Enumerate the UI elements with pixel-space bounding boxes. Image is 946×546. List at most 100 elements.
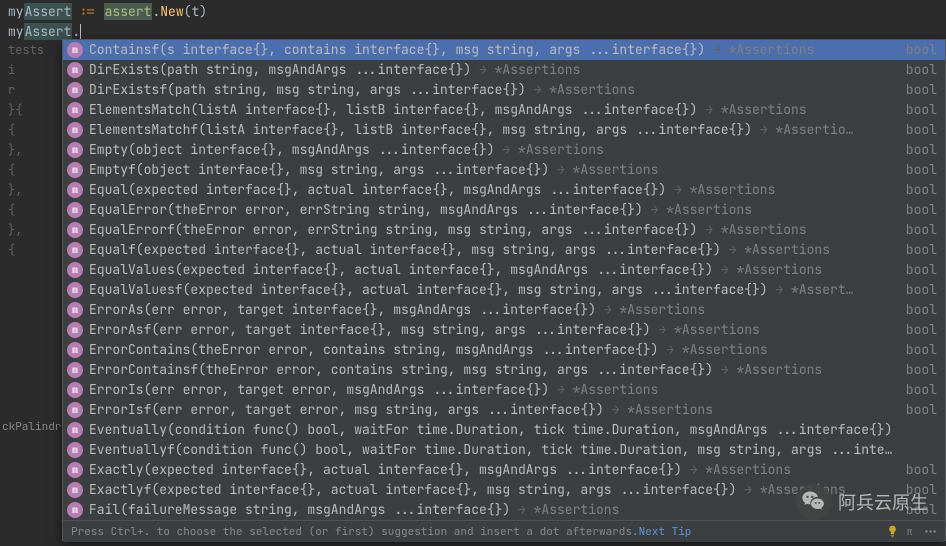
more-icon[interactable] (924, 525, 937, 538)
completion-signature: DirExists(path string, msgAndArgs ...int… (89, 60, 896, 80)
completion-item[interactable]: m Equal(expected interface{}, actual inte… (63, 180, 945, 200)
gutter-line: }, (8, 220, 44, 240)
completion-return-type: bool (906, 180, 937, 200)
code-line-1: myAssert := assert.New(t) (8, 2, 938, 22)
method-icon: m (67, 262, 83, 278)
gutter-line: { (8, 120, 44, 140)
completion-signature: ErrorIsf(err error, target error, msg st… (89, 400, 896, 420)
completion-signature: Fail(failureMessage string, msgAndArgs .… (89, 500, 896, 520)
method-icon: m (67, 142, 83, 158)
method-icon: m (67, 242, 83, 258)
gutter-line: r (8, 80, 44, 100)
gutter-line: { (8, 240, 44, 260)
method-icon: m (67, 82, 83, 98)
completion-item[interactable]: m Equalf(expected interface{}, actual int… (63, 240, 945, 260)
method-icon: m (67, 502, 83, 518)
method-icon: m (67, 282, 83, 298)
completion-signature: Containsf(s interface{}, contains interf… (89, 40, 896, 60)
gutter-line: }, (8, 180, 44, 200)
completion-signature: ErrorContains(theError error, contains s… (89, 340, 896, 360)
completion-return-type: bool (906, 320, 937, 340)
completion-item[interactable]: m EqualValues(expected interface{}, actua… (63, 260, 945, 280)
completion-item[interactable]: m Emptyf(object interface{}, msg string, … (63, 160, 945, 180)
completion-item[interactable]: mEqualError(theError error, errString st… (63, 200, 945, 220)
completion-signature: DirExistsf(path string, msg string, args… (89, 80, 896, 100)
completion-signature: ElementsMatch(listA interface{}, listB i… (89, 100, 896, 120)
method-icon: m (67, 302, 83, 318)
completion-return-type: bool (906, 80, 937, 100)
gutter-line: { (8, 200, 44, 220)
completion-signature: Emptyf(object interface{}, msg string, a… (89, 160, 896, 180)
method-icon: m (67, 182, 83, 198)
method-icon: m (67, 462, 83, 478)
lightbulb-icon[interactable] (886, 525, 899, 538)
completion-item[interactable]: mErrorAsf(err error, target interface{},… (63, 320, 945, 340)
method-icon: m (67, 402, 83, 418)
method-icon: m (67, 202, 83, 218)
gutter-line: { (8, 160, 44, 180)
gutter-line: }, (8, 140, 44, 160)
popup-footer: Press Ctrl+. to choose the selected (or … (63, 520, 945, 542)
completion-signature: EqualValuesf(expected interface{}, actua… (89, 280, 896, 300)
autocomplete-popup[interactable]: m Containsf(s interface{}, contains inter… (62, 39, 946, 541)
completion-item[interactable]: m ErrorIsf(err error, target error, msg s… (63, 400, 945, 420)
completion-item[interactable]: mEqualErrorf(theError error, errString s… (63, 220, 945, 240)
completion-item[interactable]: m Containsf(s interface{}, contains inter… (63, 40, 945, 60)
completion-item[interactable]: m ElementsMatch(listA interface{}, listB … (63, 100, 945, 120)
completion-return-type: bool (906, 160, 937, 180)
completion-signature: Eventually(condition func() bool, waitFo… (89, 420, 937, 440)
completion-return-type: bool (906, 260, 937, 280)
method-icon: m (67, 162, 83, 178)
method-icon: m (67, 422, 83, 438)
method-icon: m (67, 322, 83, 338)
method-icon: m (67, 42, 83, 58)
completion-list[interactable]: m Containsf(s interface{}, contains inter… (63, 40, 945, 520)
code-gutter: tests i r}{ { }, { }, { }, { (0, 40, 44, 260)
completion-item[interactable]: mErrorContainsf(theError error, contains… (63, 360, 945, 380)
completion-signature: ElementsMatchf(listA interface{}, listB … (89, 120, 896, 140)
completion-return-type: bool (906, 280, 937, 300)
completion-return-type: bool (906, 360, 937, 380)
method-icon: m (67, 102, 83, 118)
completion-signature: Equal(expected interface{}, actual inter… (89, 180, 896, 200)
completion-signature: ErrorAs(err error, target interface{}, m… (89, 300, 896, 320)
completion-item[interactable]: m EqualValuesf(expected interface{}, actu… (63, 280, 945, 300)
method-icon: m (67, 482, 83, 498)
method-icon: m (67, 362, 83, 378)
completion-return-type: bool (906, 220, 937, 240)
completion-item[interactable]: m Empty(object interface{}, msgAndArgs ..… (63, 140, 945, 160)
next-tip-link[interactable]: Next Tip (639, 525, 692, 539)
method-icon: m (67, 342, 83, 358)
completion-return-type: bool (906, 380, 937, 400)
gutter-line: i (8, 60, 44, 80)
completion-signature: Equalf(expected interface{}, actual inte… (89, 240, 896, 260)
method-icon: m (67, 222, 83, 238)
completion-item[interactable]: m Exactly(expected interface{}, actual in… (63, 460, 945, 480)
completion-signature: Exactly(expected interface{}, actual int… (89, 460, 896, 480)
completion-signature: EqualValues(expected interface{}, actual… (89, 260, 896, 280)
completion-return-type: bool (906, 300, 937, 320)
completion-item[interactable]: m Eventually(condition func() bool, waitF… (63, 420, 945, 440)
completion-return-type: bool (906, 240, 937, 260)
completion-item[interactable]: m DirExistsf(path string, msg string, arg… (63, 80, 945, 100)
watermark: 阿兵云原生 (796, 484, 928, 520)
completion-signature: ErrorIs(err error, target error, msgAndA… (89, 380, 896, 400)
footer-hint: Press Ctrl+. to choose the selected (or … (71, 525, 639, 539)
completion-return-type: bool (906, 460, 937, 480)
completion-item[interactable]: mElementsMatchf(listA interface{}, listB… (63, 120, 945, 140)
pi-icon[interactable]: π (905, 525, 918, 538)
code-editor[interactable]: myAssert := assert.New(t) myAssert. (0, 0, 946, 44)
completion-item[interactable]: m ErrorAs(err error, target interface{}, … (63, 300, 945, 320)
completion-signature: Empty(object interface{}, msgAndArgs ...… (89, 140, 896, 160)
completion-item[interactable]: mErrorIs(err error, target error, msgAnd… (63, 380, 945, 400)
completion-signature: Eventuallyf(condition func() bool, waitF… (89, 440, 937, 460)
completion-item[interactable]: m ErrorContains(theError error, contains … (63, 340, 945, 360)
completion-return-type: bool (906, 40, 937, 60)
gutter-line: tests (8, 40, 44, 60)
completion-item[interactable]: mDirExists(path string, msgAndArgs ...in… (63, 60, 945, 80)
completion-item[interactable]: mEventuallyf(condition func() bool, wait… (63, 440, 945, 460)
completion-return-type: bool (906, 200, 937, 220)
completion-return-type: bool (906, 340, 937, 360)
completion-return-type: bool (906, 400, 937, 420)
svg-text:π: π (907, 525, 913, 538)
